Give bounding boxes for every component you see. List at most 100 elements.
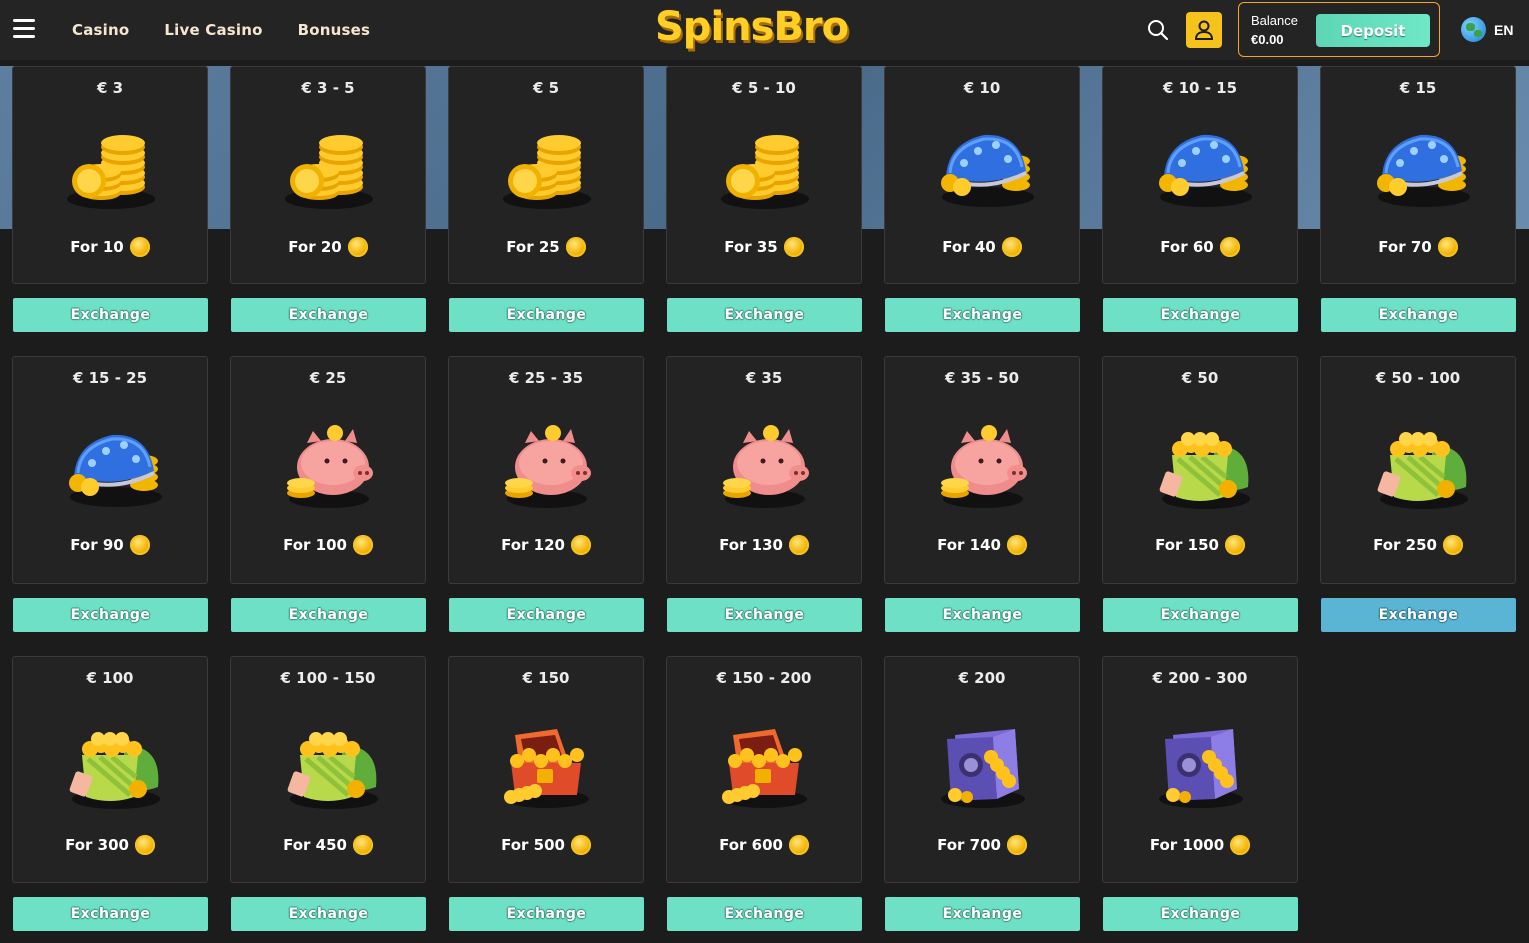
- exchange-button[interactable]: Exchange: [1321, 298, 1516, 332]
- reward-card: € 15 For 70: [1320, 66, 1516, 284]
- reward-card: € 150 - 200 For 600: [666, 656, 862, 883]
- reward-price: For 35: [667, 237, 861, 257]
- exchange-button[interactable]: Exchange: [885, 897, 1080, 931]
- coin-icon: [347, 237, 368, 257]
- coin-icon: [1230, 835, 1251, 855]
- exchange-button[interactable]: Exchange: [885, 298, 1080, 332]
- coins-icon: [61, 115, 161, 215]
- price-label: For 500: [501, 836, 565, 854]
- reward-price: For 450: [231, 835, 425, 855]
- coins-icon: [497, 115, 597, 215]
- price-label: For 450: [283, 836, 347, 854]
- reward-price: For 90: [13, 535, 207, 555]
- reward-card: € 3 For 10: [12, 66, 208, 284]
- purse-icon: [1151, 115, 1252, 215]
- exchange-button[interactable]: Exchange: [13, 298, 208, 332]
- reward-card: € 50 - 100 For 250: [1320, 356, 1516, 584]
- price-label: For 250: [1373, 536, 1437, 554]
- purse-icon: [1369, 115, 1470, 215]
- reward-price: For 25: [449, 237, 643, 257]
- reward-price: For 300: [13, 835, 207, 855]
- reward-amount: € 3 - 5: [301, 79, 355, 97]
- coin-icon: [783, 237, 804, 257]
- reward-amount: € 150 - 200: [716, 669, 812, 687]
- pot-icon: [1369, 415, 1469, 515]
- piggy-icon: [279, 415, 379, 515]
- reward-price: For 140: [885, 535, 1079, 555]
- exchange-button[interactable]: Exchange: [231, 598, 426, 632]
- price-label: For 150: [1155, 536, 1219, 554]
- purse-icon: [933, 115, 1034, 215]
- reward-amount: € 200 - 300: [1152, 669, 1248, 687]
- exchange-button[interactable]: Exchange: [449, 298, 644, 332]
- exchange-button[interactable]: Exchange: [1321, 598, 1516, 632]
- reward-amount: € 100 - 150: [280, 669, 376, 687]
- reward-card: € 5 For 25: [448, 66, 644, 284]
- reward-price: For 600: [667, 835, 861, 855]
- coin-icon: [788, 535, 809, 555]
- coin-icon: [565, 237, 586, 257]
- price-label: For 100: [283, 536, 347, 554]
- exchange-button[interactable]: Exchange: [449, 598, 644, 632]
- exchange-button[interactable]: Exchange: [13, 897, 208, 931]
- coin-icon: [1219, 237, 1240, 257]
- piggy-icon: [715, 415, 815, 515]
- reward-price: For 1000: [1103, 835, 1297, 855]
- reward-amount: € 15 - 25: [72, 369, 148, 387]
- reward-card: € 15 - 25 For 90: [12, 356, 208, 584]
- reward-card: € 3 - 5 For 20: [230, 66, 426, 284]
- price-label: For 300: [65, 836, 129, 854]
- reward-price: For 250: [1321, 535, 1515, 555]
- price-label: For 70: [1378, 238, 1432, 256]
- exchange-button[interactable]: Exchange: [231, 897, 426, 931]
- reward-amount: € 50 - 100: [1375, 369, 1461, 387]
- price-label: For 700: [937, 836, 1001, 854]
- coin-icon: [1001, 237, 1022, 257]
- reward-card: € 35 - 50 For 140: [884, 356, 1080, 584]
- reward-amount: € 150: [522, 669, 570, 687]
- coin-icon: [1442, 535, 1463, 555]
- price-label: For 120: [501, 536, 565, 554]
- exchange-button[interactable]: Exchange: [667, 897, 862, 931]
- reward-price: For 500: [449, 835, 643, 855]
- exchange-button[interactable]: Exchange: [1103, 897, 1298, 931]
- coin-icon: [1224, 535, 1245, 555]
- exchange-button[interactable]: Exchange: [449, 897, 644, 931]
- safe-icon: [1151, 715, 1251, 815]
- reward-amount: € 50: [1181, 369, 1219, 387]
- exchange-button[interactable]: Exchange: [1103, 598, 1298, 632]
- reward-amount: € 200: [958, 669, 1006, 687]
- price-label: For 35: [724, 238, 778, 256]
- exchange-button[interactable]: Exchange: [885, 598, 1080, 632]
- coin-icon: [570, 835, 591, 855]
- exchange-button[interactable]: Exchange: [13, 598, 208, 632]
- reward-card: € 25 - 35 For 120: [448, 356, 644, 584]
- reward-amount: € 100: [86, 669, 134, 687]
- price-label: For 10: [70, 238, 124, 256]
- exchange-button[interactable]: Exchange: [667, 598, 862, 632]
- exchange-button[interactable]: Exchange: [1103, 298, 1298, 332]
- coin-icon: [1006, 835, 1027, 855]
- exchange-button[interactable]: Exchange: [231, 298, 426, 332]
- exchange-button[interactable]: Exchange: [667, 298, 862, 332]
- reward-card: € 200 - 300 For 1000: [1102, 656, 1298, 883]
- reward-amount: € 3: [96, 79, 124, 97]
- coin-icon: [129, 535, 150, 555]
- reward-card: € 35 For 130: [666, 356, 862, 584]
- price-label: For 40: [942, 238, 996, 256]
- pot-icon: [61, 715, 161, 815]
- reward-price: For 130: [667, 535, 861, 555]
- reward-price: For 60: [1103, 237, 1297, 257]
- price-label: For 130: [719, 536, 783, 554]
- coins-icon: [279, 115, 379, 215]
- purse-icon: [61, 415, 162, 515]
- reward-card: € 5 - 10 For 35: [666, 66, 862, 284]
- price-label: For 90: [70, 536, 124, 554]
- price-label: For 1000: [1149, 836, 1225, 854]
- piggy-icon: [497, 415, 597, 515]
- coin-icon: [129, 237, 150, 257]
- pot-icon: [279, 715, 379, 815]
- reward-price: For 70: [1321, 237, 1515, 257]
- reward-price: For 120: [449, 535, 643, 555]
- chest-icon: [497, 715, 597, 815]
